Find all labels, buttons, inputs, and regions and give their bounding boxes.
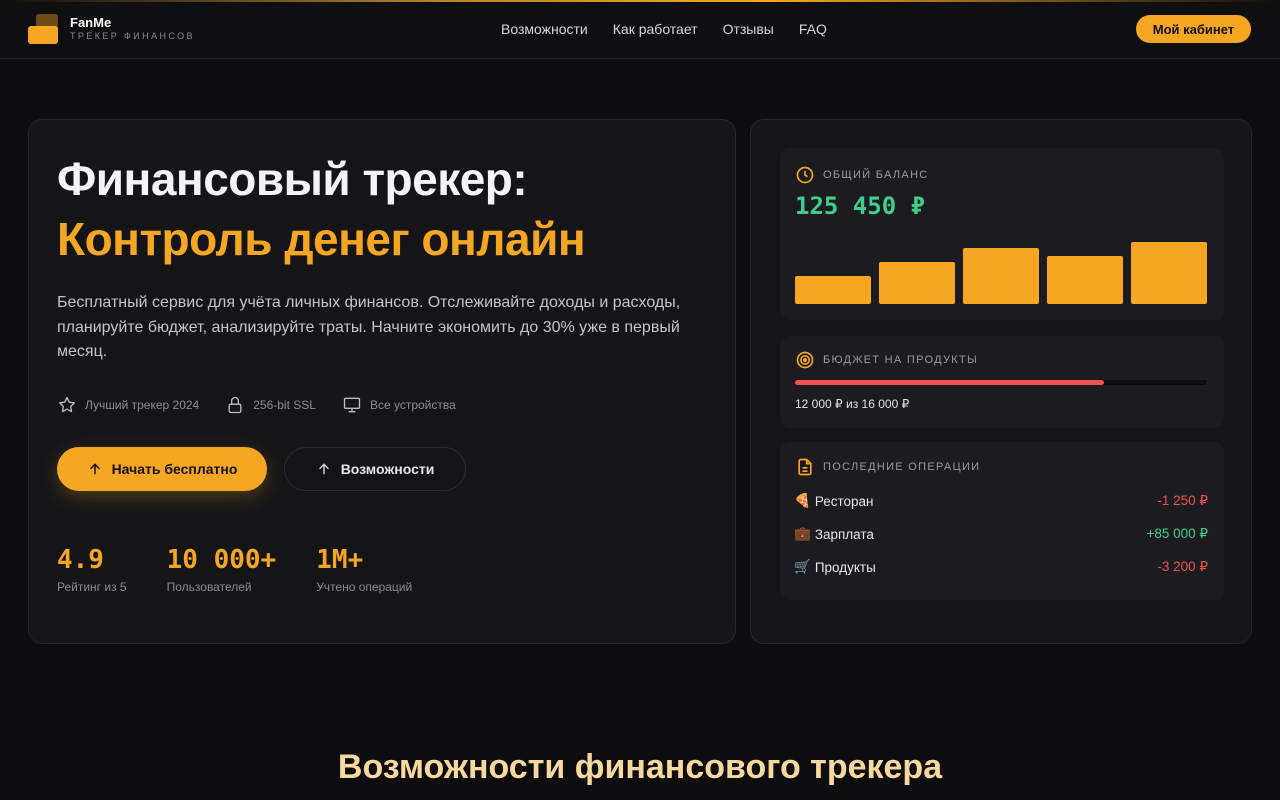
stat-operations: 1M+ Учтено операций: [316, 545, 412, 594]
cart-icon: 🛒: [794, 559, 811, 574]
dashboard-preview: ОБЩИЙ БАЛАНС 125 450 ₽ БЮДЖЕТ НА ПРОДУКТ…: [750, 119, 1252, 644]
operation-amount: -1 250 ₽: [1157, 493, 1208, 508]
budget-card: БЮДЖЕТ НА ПРОДУКТЫ 12 000 ₽ из 16 000 ₽: [780, 336, 1224, 428]
stat-value: 1M+: [316, 545, 364, 575]
stats-row: 4.9 Рейтинг из 5 10 000+ Пользователей 1…: [57, 545, 412, 594]
balance-bar: [1047, 256, 1123, 304]
nav-link-reviews[interactable]: Отзывы: [723, 20, 774, 38]
brand-name: FanMe: [70, 15, 112, 30]
operations-label: ПОСЛЕДНИЕ ОПЕРАЦИИ: [823, 461, 981, 473]
nav-link-faq[interactable]: FAQ: [799, 20, 827, 38]
nav-link-how-it-works[interactable]: Как работает: [613, 20, 698, 38]
wallet-logo-icon: [28, 14, 58, 44]
operation-amount: -3 200 ₽: [1157, 559, 1208, 574]
target-icon: [796, 351, 814, 369]
my-cabinet-button[interactable]: Мой кабинет: [1136, 15, 1251, 43]
features-section-title: Возможности финансового трекера: [337, 748, 943, 786]
hero-card: Финансовый трекер: Контроль денег онлайн…: [28, 119, 736, 644]
balance-bar: [795, 276, 871, 304]
operation-row: 🍕 Ресторан -1 250 ₽: [794, 493, 1208, 509]
star-icon: [59, 396, 76, 413]
stat-value: 4.9: [57, 545, 104, 575]
feature-badges: Лучший трекер 2024 256-bit SSL Все устро…: [57, 395, 456, 415]
brand-tagline: ТРЕКЕР ФИНАНСОВ: [70, 31, 195, 41]
monitor-icon: [343, 397, 361, 413]
lock-icon: [228, 396, 242, 414]
hero-title: Финансовый трекер:: [57, 153, 528, 205]
hero-title-accent: Контроль денег онлайн: [57, 213, 586, 265]
balance-bar: [963, 248, 1039, 304]
feature-label: Лучший трекер 2024: [85, 398, 200, 412]
budget-progress-fill: [795, 380, 1104, 385]
stat-label: Учтено операций: [316, 580, 413, 594]
operations-card: ПОСЛЕДНИЕ ОПЕРАЦИИ 🍕 Ресторан -1 250 ₽ 💼 З…: [780, 442, 1224, 600]
features-button[interactable]: Возможности: [284, 447, 466, 491]
balance-label: ОБЩИЙ БАЛАНС: [823, 169, 929, 181]
balance-bar: [1131, 242, 1207, 304]
features-button-label: Возможности: [340, 461, 435, 477]
arrow-up-icon: [89, 463, 100, 475]
logo[interactable]: FanMe ТРЕКЕР ФИНАНСОВ: [28, 14, 195, 44]
feature-badge: 256-bit SSL: [225, 395, 316, 415]
balance-bar: [879, 262, 955, 304]
nav-link-features[interactable]: Возможности: [501, 20, 588, 38]
start-free-button[interactable]: Начать бесплатно: [57, 447, 267, 491]
stat-rating: 4.9 Рейтинг из 5: [57, 545, 127, 594]
clock-icon: [796, 166, 814, 184]
stat-value: 10 000+: [166, 545, 277, 575]
balance-value: 125 450 ₽: [795, 192, 926, 220]
main-nav: Возможности Как работает Отзывы FAQ: [501, 20, 827, 38]
site-header: FanMe ТРЕКЕР ФИНАНСОВ Возможности Как ра…: [0, 2, 1280, 59]
hero-description: Бесплатный сервис для учёта личных финан…: [57, 294, 681, 360]
budget-amount: 12 000 ₽ из 16 000 ₽: [795, 397, 910, 411]
budget-progress-bar: [795, 380, 1207, 385]
feature-badge: Лучший трекер 2024: [57, 395, 199, 415]
stat-label: Рейтинг из 5: [57, 580, 127, 594]
feature-label: 256-bit SSL: [253, 398, 316, 412]
start-free-label: Начать бесплатно: [111, 461, 238, 477]
stat-label: Пользователей: [166, 580, 252, 594]
operation-row: 🛒 Продукты -3 200 ₽: [794, 559, 1208, 575]
operation-name: Ресторан: [814, 493, 874, 509]
balance-bar-chart: [795, 242, 1207, 304]
balance-card: ОБЩИЙ БАЛАНС 125 450 ₽: [780, 148, 1224, 320]
operation-name: Продукты: [814, 559, 876, 575]
stat-users: 10 000+ Пользователей: [167, 545, 277, 594]
budget-label: БЮДЖЕТ НА ПРОДУКТЫ: [823, 354, 979, 366]
feature-badge: Все устройства: [342, 395, 456, 415]
arrow-up-icon: [318, 463, 329, 475]
operation-row: 💼 Зарплата +85 000 ₽: [794, 526, 1208, 542]
document-icon: [798, 458, 812, 476]
feature-label: Все устройства: [369, 398, 456, 412]
operation-name: Зарплата: [814, 526, 874, 542]
operation-amount: +85 000 ₽: [1146, 526, 1208, 541]
briefcase-icon: 💼: [794, 526, 811, 541]
pizza-icon: 🍕: [794, 493, 811, 508]
